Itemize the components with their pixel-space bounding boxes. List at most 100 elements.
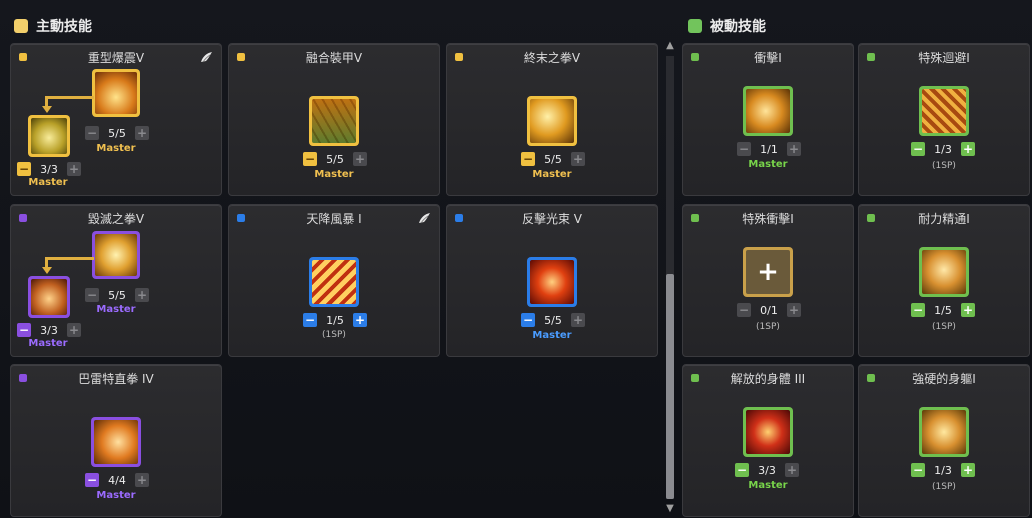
arrow-head [42,106,52,113]
skill-status: Master [28,177,68,188]
skill-level: 5/5 [108,288,126,302]
add-skill-icon[interactable]: + [743,247,793,297]
level-minus-button[interactable]: − [85,473,99,487]
passive-card-special-evasion[interactable]: 特殊迴避I − 1/3 + (1SP) [858,43,1030,196]
skill-icon-counter-beam[interactable] [527,257,577,307]
skill-link-arrow [45,257,94,270]
level-minus-button[interactable]: − [17,162,31,176]
level-plus-button[interactable]: + [571,313,585,327]
skill-card-heavy-blast[interactable]: 重型爆震V − 5/5 + Master − 3/3 + Master [10,43,222,196]
wing-icon [201,52,212,63]
skill-icon-fusion-armor[interactable] [309,96,359,146]
active-skills-scrollbar[interactable]: ▲ ▼ [664,40,676,515]
skill-level: 3/3 [758,463,776,477]
child-level-control: − 3/3 + [17,162,81,176]
skill-name: 耐力精通I [918,212,970,226]
level-plus-button[interactable]: + [67,162,81,176]
level-plus-button[interactable]: + [785,463,799,477]
skill-name: 毀滅之拳V [87,212,145,226]
level-plus-button[interactable]: + [135,473,149,487]
skill-card-fusion-armor[interactable]: 融合裝甲V − 5/5 + Master [228,43,440,196]
passive-section-icon [688,19,702,33]
skill-status: Master [96,304,136,315]
skill-cost: (1SP) [932,322,956,332]
level-control: − 1/5 + [303,313,367,327]
skill-icon-destruction-fist[interactable] [92,231,140,279]
skill-name: 強硬的身軀I [912,372,976,386]
skill-icon-heavy-blast-child[interactable] [28,115,70,157]
skill-card-counter-beam[interactable]: 反擊光束 V − 5/5 + Master [446,204,658,357]
skill-status: Master [748,159,788,170]
passive-card-tough-body[interactable]: 強硬的身軀I − 1/3 + (1SP) [858,364,1030,517]
level-plus-button[interactable]: + [353,313,367,327]
plus-icon: + [746,250,790,294]
skill-icon-impact[interactable] [743,86,793,136]
level-minus-button[interactable]: − [911,142,925,156]
level-minus-button[interactable]: − [303,152,317,166]
skill-icon-heavy-blast[interactable] [92,69,140,117]
skill-level: 1/1 [760,142,778,156]
skill-icon-liberated-body[interactable] [743,407,793,457]
skill-icon-sky-storm[interactable] [309,257,359,307]
level-minus-button[interactable]: − [85,288,99,302]
skill-name: 解放的身體 III [730,372,806,386]
skill-icon-special-evasion[interactable] [919,86,969,136]
arrow-head [42,267,52,274]
skill-level: 1/3 [934,463,952,477]
level-minus-button[interactable]: − [521,313,535,327]
level-control: − 4/4 + [85,473,149,487]
skill-status: Master [532,169,572,180]
level-minus-button[interactable]: − [303,313,317,327]
level-minus-button[interactable]: − [521,152,535,166]
skill-status: Master [748,480,788,491]
level-plus-button[interactable]: + [353,152,367,166]
skill-cost: (1SP) [322,330,346,340]
skill-icon-destruction-fist-child[interactable] [28,276,70,318]
skill-level: 4/4 [108,473,126,487]
level-control: − 1/3 + [911,463,975,477]
level-plus-button[interactable]: + [135,126,149,140]
scroll-down-arrow-icon[interactable]: ▼ [664,503,676,515]
passive-skills-title: 被動技能 [710,19,766,35]
skill-status: Master [96,143,136,154]
level-plus-button[interactable]: + [571,152,585,166]
level-plus-button[interactable]: + [961,303,975,317]
level-plus-button[interactable]: + [67,323,81,337]
passive-card-endurance-mastery[interactable]: 耐力精通I − 1/5 + (1SP) [858,204,1030,357]
skill-icon-barrett-straight[interactable] [91,417,141,467]
skill-level: 3/3 [40,323,58,337]
skill-level: 5/5 [326,152,344,166]
passive-card-special-impact[interactable]: 特殊衝擊I + − 0/1 + (1SP) [682,204,854,357]
active-section-icon [14,19,28,33]
scroll-thumb[interactable] [666,274,674,499]
level-minus-button[interactable]: − [737,142,751,156]
level-plus-button[interactable]: + [961,142,975,156]
wing-icon [419,213,430,224]
passive-card-impact[interactable]: 衝擊I − 1/1 + Master [682,43,854,196]
level-plus-button[interactable]: + [961,463,975,477]
level-minus-button[interactable]: − [911,303,925,317]
level-plus-button[interactable]: + [787,142,801,156]
level-minus-button[interactable]: − [737,303,751,317]
level-minus-button[interactable]: − [911,463,925,477]
level-minus-button[interactable]: − [85,126,99,140]
skill-cost: (1SP) [756,322,780,332]
skill-name: 反擊光束 V [521,212,583,226]
level-plus-button[interactable]: + [787,303,801,317]
skill-level: 3/3 [40,162,58,176]
level-control: − 3/3 + [735,463,799,477]
skill-card-sky-storm[interactable]: 天降風暴 I − 1/5 + (1SP) [228,204,440,357]
passive-card-liberated-body[interactable]: 解放的身體 III − 3/3 + Master [682,364,854,517]
level-minus-button[interactable]: − [17,323,31,337]
skill-card-destruction-fist[interactable]: 毀滅之拳V − 5/5 + Master − 3/3 + Master [10,204,222,357]
skill-name: 重型爆震V [87,51,145,65]
skill-icon-tough-body[interactable] [919,407,969,457]
level-minus-button[interactable]: − [735,463,749,477]
active-skills-header: 主動技能 [14,16,92,36]
scroll-up-arrow-icon[interactable]: ▲ [664,40,676,52]
skill-icon-final-fist[interactable] [527,96,577,146]
skill-card-barrett-straight[interactable]: 巴雷特直拳 IV − 4/4 + Master [10,364,222,517]
level-plus-button[interactable]: + [135,288,149,302]
skill-icon-endurance-mastery[interactable] [919,247,969,297]
skill-card-final-fist[interactable]: 終末之拳V − 5/5 + Master [446,43,658,196]
